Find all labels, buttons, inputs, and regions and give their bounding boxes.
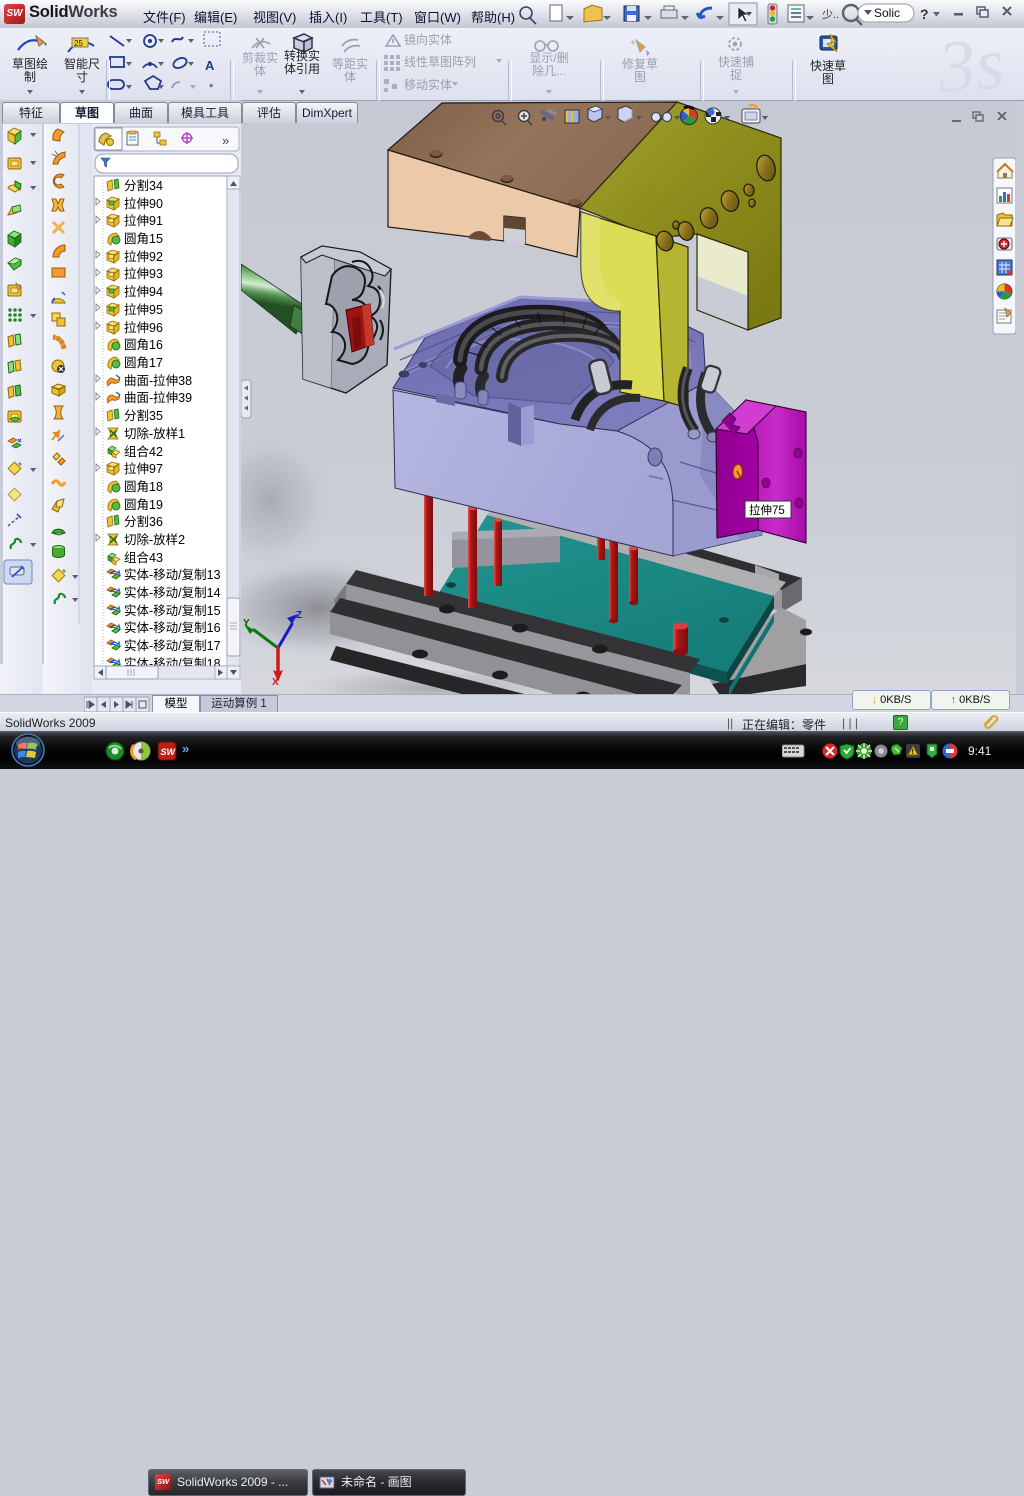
- svg-text:实体-移动/复制13: 实体-移动/复制13: [124, 567, 221, 582]
- svg-text:*: *: [209, 82, 214, 94]
- svg-text:»: »: [222, 133, 229, 148]
- svg-text:X: X: [272, 677, 279, 688]
- svg-text:组合43: 组合43: [124, 550, 163, 565]
- svg-text:Solic: Solic: [874, 6, 900, 20]
- svg-text:圆角16: 圆角16: [124, 338, 163, 352]
- svg-text:?: ?: [920, 6, 929, 22]
- svg-text:3s: 3s: [934, 28, 1006, 100]
- svg-text:拉伸92: 拉伸92: [124, 249, 163, 264]
- svg-text:Y: Y: [243, 618, 250, 629]
- svg-text:实体-移动/复制16: 实体-移动/复制16: [124, 620, 221, 635]
- svg-text:SW: SW: [161, 747, 177, 757]
- svg-text:拉伸93: 拉伸93: [124, 266, 163, 281]
- svg-text:圆角15: 圆角15: [124, 232, 163, 246]
- svg-text:拉伸97: 拉伸97: [124, 461, 163, 476]
- svg-text:分割36: 分割36: [124, 514, 163, 529]
- svg-text:!: !: [912, 749, 914, 756]
- svg-text:拉伸91: 拉伸91: [124, 213, 163, 228]
- svg-text:组合42: 组合42: [124, 444, 163, 459]
- svg-text:Z: Z: [296, 610, 302, 621]
- svg-text:拉伸90: 拉伸90: [124, 196, 163, 211]
- svg-text:»: »: [182, 741, 189, 756]
- svg-text:拉伸95: 拉伸95: [124, 302, 163, 317]
- svg-text:实体-移动/复制14: 实体-移动/复制14: [124, 585, 221, 600]
- svg-text:圆角17: 圆角17: [124, 356, 163, 370]
- svg-text:拉伸75: 拉伸75: [749, 503, 785, 517]
- svg-text:分割34: 分割34: [124, 178, 163, 193]
- svg-text:少..: 少..: [822, 8, 839, 21]
- svg-text:25: 25: [74, 39, 83, 48]
- svg-text:切除-放样2: 切除-放样2: [124, 532, 185, 547]
- svg-text:分割35: 分割35: [124, 408, 163, 423]
- svg-text:A: A: [205, 58, 215, 73]
- svg-text:实体-移动/复制17: 实体-移动/复制17: [124, 638, 221, 653]
- svg-text:+: +: [630, 38, 636, 49]
- svg-text:曲面-拉伸39: 曲面-拉伸39: [124, 390, 192, 405]
- svg-text:拉伸94: 拉伸94: [124, 284, 163, 299]
- svg-text:切除-放样1: 切除-放样1: [124, 426, 185, 441]
- svg-text:实体-移动/复制15: 实体-移动/复制15: [124, 603, 221, 618]
- svg-text:圆角18: 圆角18: [124, 480, 163, 494]
- svg-text:曲面-拉伸38: 曲面-拉伸38: [124, 373, 192, 388]
- svg-text:拉伸96: 拉伸96: [124, 320, 163, 335]
- svg-text:圆角19: 圆角19: [124, 498, 163, 512]
